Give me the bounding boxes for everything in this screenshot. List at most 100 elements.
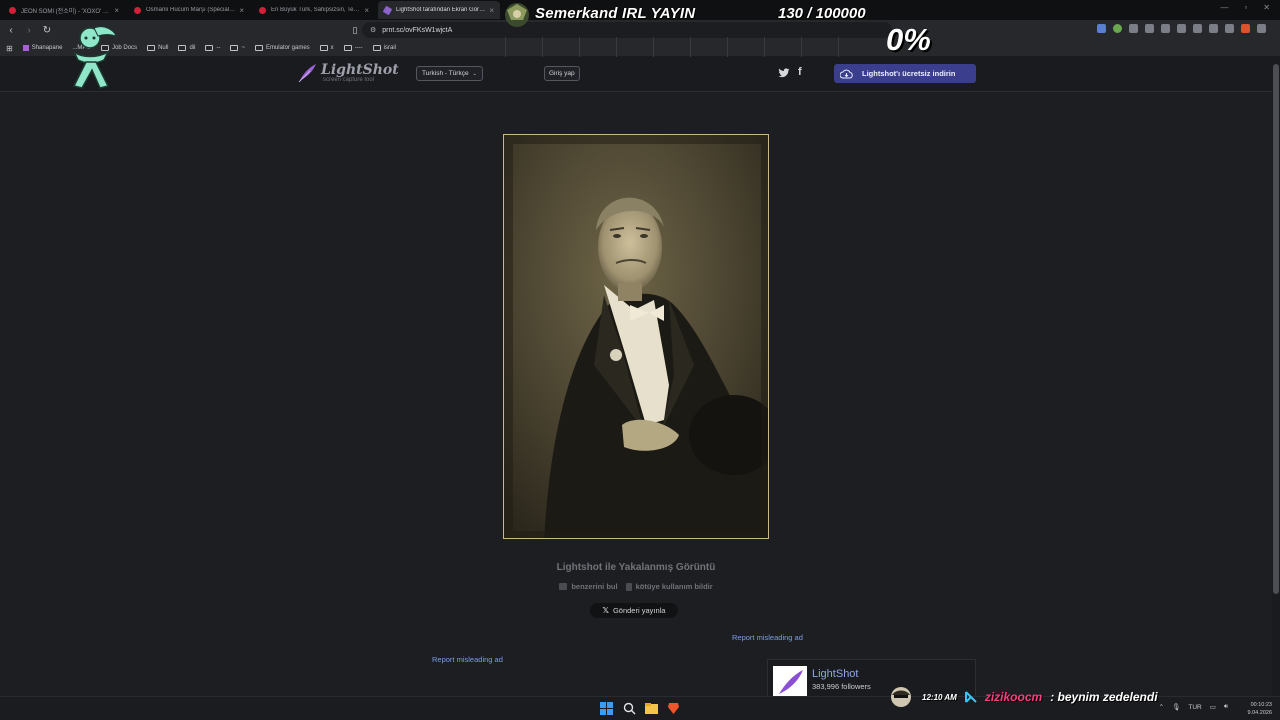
lightshot-header: LightShot screen capture tool Turkish - … [0,56,1272,92]
browser-tab[interactable]: En Büyük Türk, Sahipsizsin, Tek Gerçe...… [253,1,375,19]
image-caption: Lightshot ile Yakalanmış Görüntü [556,562,716,573]
tab-title: Osmanlı Hücum Marşı (Special Versi... [146,7,235,13]
apps-grid-icon[interactable]: ⊞ [6,44,13,53]
image-actions: benzerini bul kötüye kullanım bildir [0,582,1272,591]
card-followers: 383,996 followers [812,682,871,691]
card-name: LightShot [812,668,859,680]
report-abuse-link[interactable]: kötüye kullanım bildir [625,582,713,591]
report-ad-link[interactable]: Report misleading ad [732,633,803,642]
brave-shield-icon[interactable] [1241,24,1250,33]
language-select[interactable]: Turkish - Türkçe ⌄ [416,66,483,81]
stream-title: Semerkand IRL YAYIN [535,5,696,22]
extension-icon[interactable] [1161,24,1170,33]
extension-icon[interactable] [1177,24,1186,33]
logo-name: LightShot [321,62,399,78]
folder-icon [343,45,352,51]
bookmark-folder[interactable]: dil [178,45,195,51]
search-icon[interactable] [623,702,636,715]
close-tab-icon[interactable]: × [114,6,119,15]
menu-icon[interactable] [1257,24,1266,33]
tab-title: LightShot tarafından Ekran Görü... [396,7,486,13]
chat-time: 12:10 AM [922,692,957,702]
windows-start-icon[interactable] [600,702,613,715]
camera-icon [559,583,568,590]
bookmark-folder[interactable]: x [319,45,334,51]
report-ad-link[interactable]: Report misleading ad [432,655,503,664]
reload-icon[interactable]: ↻ [40,25,54,36]
tweet-button[interactable]: 𝕏 Gönderi yayınla [590,603,678,618]
youtube-icon [259,6,266,14]
extension-icon[interactable] [1113,24,1122,33]
bookmark-label: Emulator games [265,45,310,51]
extension-icon[interactable] [1145,24,1154,33]
kick-badge-icon [964,691,977,703]
browser-tab[interactable]: Osmanlı Hücum Marşı (Special Versi... × [128,1,250,19]
close-tab-icon[interactable]: × [239,6,244,15]
url-field[interactable]: ⚙ prnt.sc/ovFKsW1wjctA [362,22,892,38]
lightshot-logo[interactable]: LightShot screen capture tool [296,62,399,84]
folder-icon [205,45,214,51]
bookmark-folder[interactable]: Emulator games [254,45,310,51]
tweet-label: Gönderi yayınla [612,606,666,615]
download-label: Lightshot'ı ücretsiz indirin [862,69,956,78]
bookmark-folder[interactable]: ---- [343,45,363,51]
network-icon[interactable]: ▭ [1210,703,1216,711]
bookmark-folder[interactable]: Null [147,45,168,51]
clock-date: 9.04.2026 [1247,710,1272,716]
youtube-icon [9,6,16,14]
maximize-icon[interactable]: ▫ [1244,3,1247,12]
microphone-icon[interactable]: 🎙︎ [1172,703,1180,711]
music-icon[interactable] [1193,24,1202,33]
volume-icon[interactable]: 🔊︎ [1224,703,1228,711]
extension-icons [1097,24,1266,33]
close-tab-icon[interactable]: × [364,6,369,15]
screenshot-page: Lightshot ile Yakalanmış Görüntü benzeri… [0,93,1272,698]
close-window-icon[interactable]: ✕ [1263,3,1270,12]
back-icon[interactable]: ‹ [4,25,18,36]
bookmark-folder[interactable]: -- [205,45,220,51]
lightshot-icon [773,666,807,698]
tab-title: En Büyük Türk, Sahipsizsin, Tek Gerçe... [271,7,360,13]
folder-icon [178,45,187,51]
brave-browser-icon[interactable] [667,702,680,715]
streamer-avatar [505,3,529,27]
find-similar-link[interactable]: benzerini bul [559,582,618,591]
bookmark-label: israil [383,45,396,51]
profile-icon[interactable] [1225,24,1234,33]
file-explorer-icon[interactable] [645,702,658,715]
chat-username: zizikoocm [984,690,1043,704]
bookmark-label: Shanapane [31,45,63,51]
bookmark-folder[interactable]: israil [372,45,396,51]
bookmark-icon[interactable]: ▯ [348,25,362,36]
system-tray: ⌃ 🎙︎ TUR ▭ 🔊︎ [1159,703,1228,711]
chevron-up-icon[interactable]: ⌃ [1159,703,1164,711]
x-logo-icon: 𝕏 [602,606,609,615]
browser-tab[interactable]: JEON SOMI (전소미) - 'XOXO' M/V × [3,1,125,19]
scrollbar[interactable] [1272,56,1280,696]
bookmark-item[interactable]: Shanapane [22,45,63,51]
stream-goal-counter: 130 / 100000 [778,5,866,22]
trash-icon [625,582,632,591]
folder-icon [319,45,328,51]
translate-icon[interactable] [1097,24,1106,33]
scroll-thumb[interactable] [1273,64,1279,594]
clock[interactable]: 00:10:23 9.04.2026 [1248,701,1272,717]
forward-icon[interactable]: › [22,25,36,36]
download-cloud-icon [840,69,853,78]
minimize-icon[interactable]: — [1220,3,1228,12]
bookmark-folder[interactable]: ~ [230,45,245,51]
download-button[interactable]: Lightshot'ı ücretsiz indirin [834,64,976,83]
facebook-icon[interactable]: f [798,66,802,78]
login-button[interactable]: Giriş yap [544,66,580,81]
stream-progress-track [505,37,875,57]
report-abuse-label: kötüye kullanım bildir [635,582,713,591]
language-indicator[interactable]: TUR [1188,704,1201,711]
extension-icon[interactable] [1129,24,1138,33]
folder-icon [254,45,263,51]
close-tab-icon[interactable]: × [489,6,494,15]
browser-tab-active[interactable]: LightShot tarafından Ekran Görü... × [378,1,500,19]
site-info-icon[interactable]: ⚙ [370,26,376,34]
screenshot-image[interactable] [503,134,769,539]
sidebar-icon[interactable] [1209,24,1218,33]
twitter-icon[interactable] [778,67,790,79]
